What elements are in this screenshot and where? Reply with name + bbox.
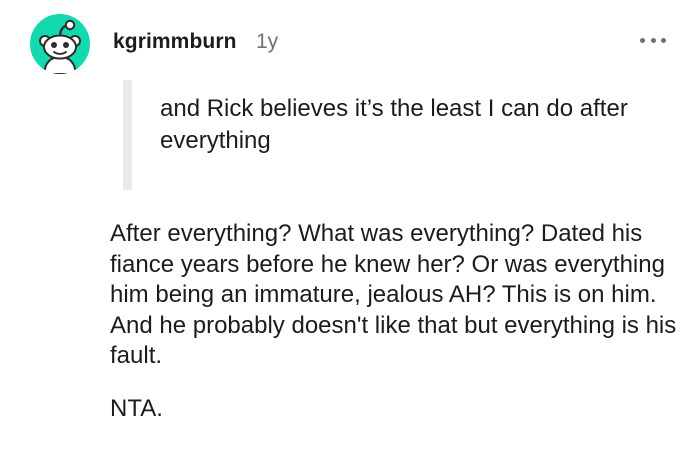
comment-author[interactable]: kgrimmburn	[113, 30, 237, 54]
comment-header: kgrimmburn 1y	[30, 14, 670, 74]
comment-body: After everything? What was everything? D…	[110, 219, 680, 424]
more-options-icon[interactable]	[640, 30, 666, 50]
quoted-text-block: and Rick believes it’s the least I can d…	[123, 80, 643, 190]
comment-paragraph: NTA.	[110, 394, 163, 422]
more-dot	[661, 37, 666, 43]
snoo-avatar-icon[interactable]	[30, 14, 90, 74]
snoo-avatar-graphic	[39, 19, 81, 74]
comment-age: 1y	[256, 30, 279, 53]
more-dot	[650, 37, 656, 43]
comment-paragraph: After everything? What was everything? D…	[110, 220, 677, 369]
quote-text: and Rick believes it’s the least I can d…	[160, 95, 628, 154]
quote-bar	[123, 80, 132, 190]
more-dot	[640, 37, 645, 43]
